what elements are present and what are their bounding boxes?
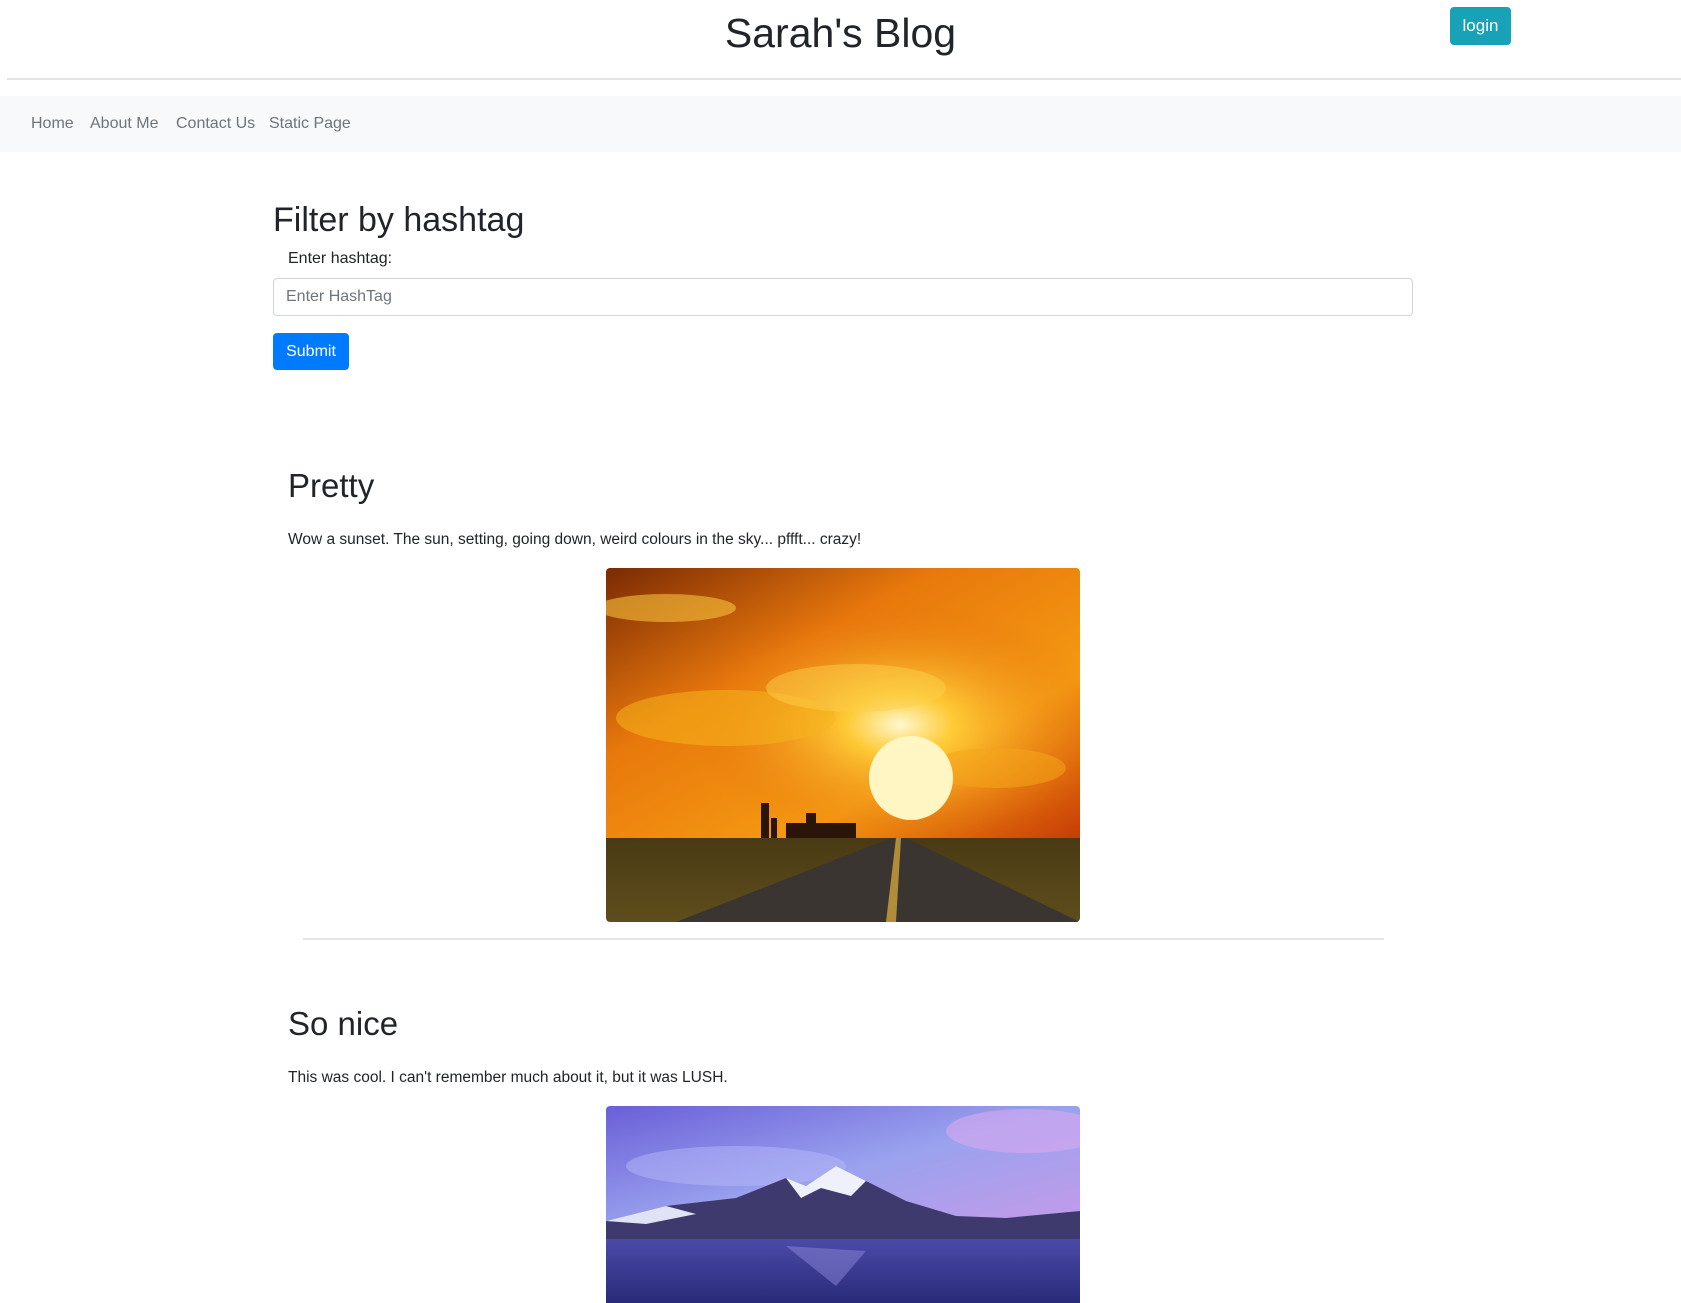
post-body: This was cool. I can't remember much abo… [288,1069,728,1086]
nav-link-contact-us[interactable]: Contact Us [176,115,255,133]
post-title: So nice [288,1005,399,1042]
mountain-lake-image [606,1106,1080,1303]
nav-link-about-me[interactable]: About Me [90,115,158,133]
sunset-road-image [606,568,1080,922]
site-title: Sarah's Blog [724,10,957,56]
header-divider [7,78,1681,80]
post-divider [303,938,1384,940]
nav-link-home[interactable]: Home [31,115,74,133]
login-button[interactable]: login [1450,7,1511,45]
hashtag-label: Enter hashtag: [288,250,393,267]
navbar: Home About Me Contact Us Static Page [0,96,1681,152]
filter-heading: Filter by hashtag [273,201,525,239]
post-body: Wow a sunset. The sun, setting, going do… [288,531,862,548]
nav-link-static-page[interactable]: Static Page [269,115,351,133]
submit-button[interactable]: Submit [273,333,349,370]
hashtag-input[interactable] [273,278,1413,316]
post-title: Pretty [288,467,375,504]
